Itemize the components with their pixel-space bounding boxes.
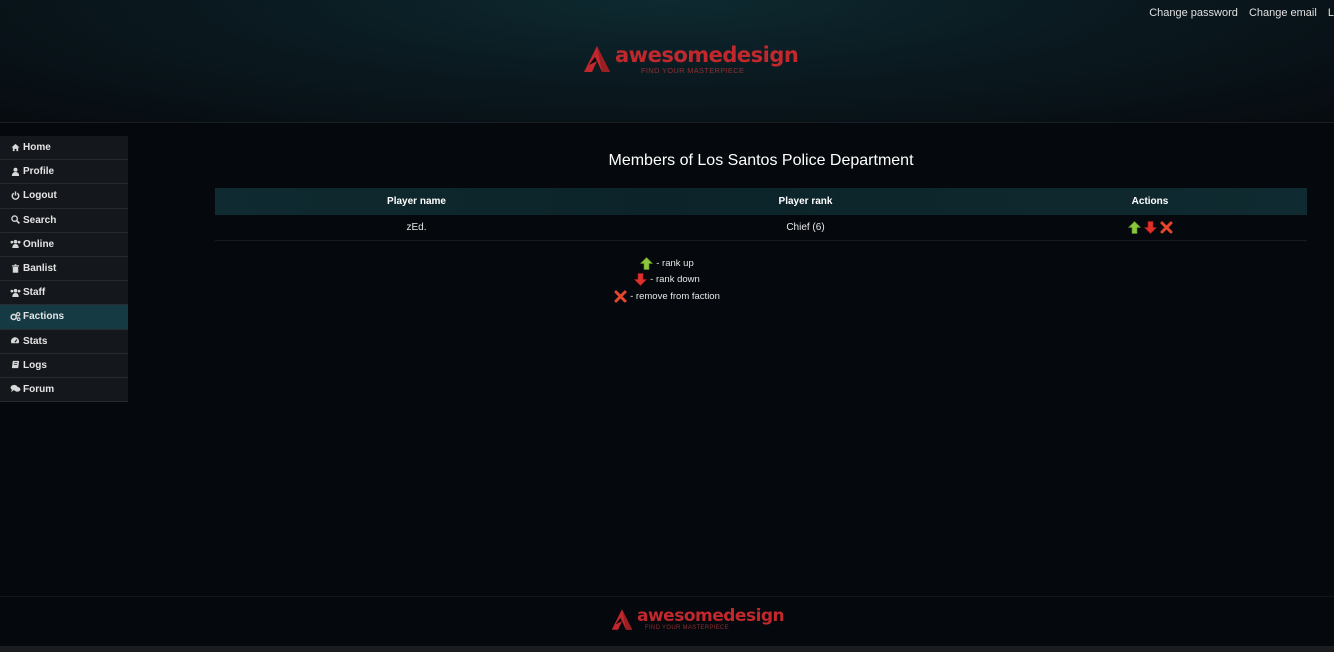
comments-icon	[10, 384, 21, 394]
logo-name: awesomedesign	[615, 43, 799, 67]
footer-logo[interactable]: awesomedesign FIND YOUR MASTERPIECE	[611, 606, 785, 631]
header-logo[interactable]: awesomedesign FIND YOUR MASTERPIECE	[583, 43, 799, 75]
sidebar-item-label: Online	[23, 238, 55, 250]
change-password-link[interactable]: Change password	[1149, 7, 1238, 19]
logo-a-icon	[584, 46, 610, 72]
footer-logo-name: awesomedesign	[637, 606, 785, 626]
table-row: zEd. Chief (6)	[215, 215, 1307, 241]
sidebar-item-profile[interactable]: Profile	[0, 160, 128, 185]
rank-down-icon[interactable]	[1143, 221, 1157, 234]
sidebar-item-label: Search	[23, 214, 57, 226]
users-icon	[10, 239, 21, 249]
book-icon	[10, 360, 20, 370]
legend-rank-down-text: - rank down	[650, 274, 700, 286]
search-icon	[10, 215, 20, 225]
sidebar-item-label: Factions	[23, 311, 65, 323]
table-header: Player name Player rank Actions	[215, 188, 1307, 215]
sidebar-item-logs[interactable]: Logs	[0, 353, 128, 378]
sidebar-item-label: Stats	[23, 335, 48, 347]
cogs-icon	[10, 311, 21, 322]
bottom-strip	[0, 646, 1334, 652]
members-table: Player name Player rank Actions zEd. Chi…	[215, 188, 1307, 241]
sidebar-item-label: Profile	[23, 166, 55, 178]
sidebar-item-forum[interactable]: Forum	[0, 377, 128, 403]
sidebar-item-label: Logs	[23, 359, 47, 371]
column-header-player-rank: Player rank	[778, 196, 833, 207]
sidebar-item-label: Forum	[23, 383, 55, 395]
sidebar-item-label: Home	[23, 142, 51, 154]
power-icon	[10, 191, 20, 201]
actions-cell	[993, 221, 1307, 234]
logout-link[interactable]: L	[1328, 7, 1334, 19]
sidebar-item-stats[interactable]: Stats	[0, 329, 128, 354]
sidebar-item-search[interactable]: Search	[0, 208, 128, 233]
logo-tagline: FIND YOUR MASTERPIECE	[641, 66, 745, 75]
sidebar-item-factions[interactable]: Factions	[0, 305, 128, 330]
remove-from-faction-icon[interactable]	[1160, 221, 1173, 234]
sidebar-item-home[interactable]: Home	[0, 136, 128, 161]
top-nav: Change password Change email L	[1141, 7, 1334, 19]
player-name-cell: zEd.	[406, 222, 427, 233]
logo-a-icon	[611, 609, 633, 630]
sidebar-item-label: Logout	[23, 190, 57, 202]
legend-rank-up-text: - rank up	[656, 257, 694, 269]
legend-rank-up: - rank up	[0, 255, 1334, 272]
change-email-link[interactable]: Change email	[1249, 7, 1317, 19]
player-rank-cell: Chief (6)	[786, 222, 825, 233]
sidebar-item-online[interactable]: Online	[0, 232, 128, 257]
legend-remove-text: - remove from faction	[630, 290, 720, 302]
rank-down-icon	[634, 273, 648, 287]
remove-icon	[614, 290, 627, 303]
page-header: Change password Change email L awesomede…	[0, 0, 1334, 123]
column-header-actions: Actions	[1131, 196, 1169, 207]
home-icon	[10, 143, 20, 153]
user-icon	[10, 167, 20, 177]
sidebar-item-logout[interactable]: Logout	[0, 184, 128, 209]
rank-up-icon	[640, 256, 654, 270]
rank-up-icon[interactable]	[1127, 221, 1141, 234]
legend-rank-down: - rank down	[0, 272, 1334, 289]
column-header-player-name: Player name	[387, 196, 446, 207]
actions-legend: - rank up - rank down - remove from fact…	[0, 255, 1334, 305]
page-title: Members of Los Santos Police Department	[608, 152, 914, 169]
legend-remove: - remove from faction	[0, 288, 1334, 305]
dashboard-icon	[10, 336, 20, 346]
